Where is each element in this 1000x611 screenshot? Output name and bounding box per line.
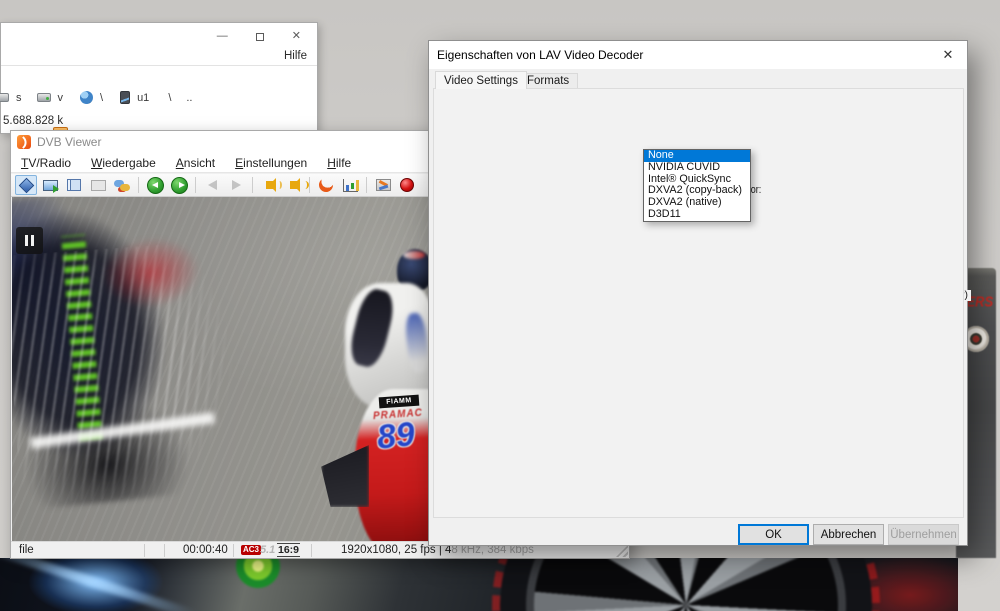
drive-icon[interactable] bbox=[37, 93, 51, 102]
windows-icon[interactable] bbox=[63, 175, 85, 195]
teletext-icon[interactable] bbox=[111, 175, 133, 195]
options-icon[interactable] bbox=[372, 175, 394, 195]
apply-button: Übernehmen bbox=[888, 524, 959, 545]
dialog-title: Eigenschaften von LAV Video Decoder bbox=[437, 48, 643, 62]
close-icon[interactable]: ✕ bbox=[929, 41, 967, 69]
forward-icon[interactable] bbox=[168, 175, 190, 195]
ok-button[interactable]: OK bbox=[738, 524, 809, 545]
toolbar-separator bbox=[252, 177, 253, 193]
dialog-titlebar[interactable]: Eigenschaften von LAV Video Decoder bbox=[429, 41, 967, 69]
desktop: HERS — ✕ Hilfe s v \ u1 \ .. 5.688.828 k bbox=[0, 0, 1000, 611]
menu-hilfe[interactable]: Hilfe bbox=[327, 156, 351, 170]
menu-wiedergabe[interactable]: Wiedergabe bbox=[91, 156, 156, 170]
next-icon[interactable] bbox=[225, 175, 247, 195]
device-icon[interactable] bbox=[120, 91, 130, 104]
info-icon[interactable] bbox=[15, 175, 37, 195]
menubar-divider bbox=[1, 65, 317, 66]
dvb-viewer-logo-icon bbox=[17, 135, 31, 149]
pause-overlay-button[interactable] bbox=[16, 227, 43, 254]
bike-number: 89 bbox=[375, 415, 417, 458]
statistics-icon[interactable] bbox=[339, 175, 361, 195]
menu-ansicht[interactable]: Ansicht bbox=[176, 156, 215, 170]
mute-swoosh-icon[interactable] bbox=[315, 175, 337, 195]
hw-decoder-dropdown: None NVIDIA CUVID Intel® QuickSync DXVA2… bbox=[643, 149, 751, 222]
status-file: file bbox=[19, 544, 34, 556]
menu-tv-radio[interactable]: TV/Radio bbox=[21, 156, 71, 170]
drive-letter[interactable]: v bbox=[58, 92, 64, 104]
previous-icon[interactable] bbox=[201, 175, 223, 195]
minimize-icon[interactable]: — bbox=[217, 31, 228, 42]
cancel-button[interactable]: Abbrechen bbox=[813, 524, 884, 545]
parent-dir[interactable]: .. bbox=[186, 92, 192, 104]
drive-letter[interactable]: \ bbox=[100, 92, 103, 104]
dropdown-option[interactable]: D3D11 bbox=[644, 209, 750, 221]
tab-formats[interactable]: Formats bbox=[518, 73, 578, 88]
drive-icon[interactable] bbox=[0, 93, 9, 102]
toolbar-separator bbox=[366, 177, 367, 193]
path-separator[interactable]: \ bbox=[168, 92, 171, 104]
ac3-icon: AC3 bbox=[241, 545, 261, 555]
close-icon[interactable]: ✕ bbox=[292, 31, 301, 42]
maximize-icon[interactable] bbox=[256, 33, 264, 41]
wallpaper-bottom bbox=[0, 558, 958, 611]
status-separator bbox=[233, 544, 234, 557]
drive-letter[interactable]: s bbox=[16, 92, 22, 104]
background-window: — ✕ Hilfe s v \ u1 \ .. 5.688.828 k bbox=[0, 22, 318, 134]
volume-down-icon[interactable] bbox=[258, 175, 280, 195]
menu-einstellungen[interactable]: Einstellungen bbox=[235, 156, 307, 170]
bike-winglet bbox=[321, 445, 369, 507]
toolbar-separator bbox=[138, 177, 139, 193]
bp-logo-icon bbox=[236, 558, 280, 588]
status-separator bbox=[311, 544, 312, 557]
drive-letter[interactable]: u1 bbox=[137, 92, 149, 104]
record-icon[interactable] bbox=[396, 175, 418, 195]
window-controls: — ✕ bbox=[217, 31, 301, 42]
lav-decoder-dialog: Eigenschaften von LAV Video Decoder ✕ Vi… bbox=[428, 40, 968, 546]
tab-video-settings[interactable]: Video Settings bbox=[435, 71, 527, 89]
window-title: DVB Viewer bbox=[37, 135, 101, 149]
menu-hilfe[interactable]: Hilfe bbox=[284, 50, 307, 62]
tv-window-icon[interactable] bbox=[39, 175, 61, 195]
toolbar-separator bbox=[195, 177, 196, 193]
size-text: 5.688.828 k bbox=[3, 115, 63, 127]
channels-5-1: 5.1 bbox=[260, 544, 275, 556]
volume-up-icon[interactable] bbox=[282, 175, 304, 195]
aspect-ratio-icon: 16:9 bbox=[277, 543, 300, 557]
status-time: 00:00:40 bbox=[183, 544, 228, 556]
light-streak bbox=[0, 558, 196, 611]
resize-grip[interactable] bbox=[616, 545, 628, 557]
back-icon[interactable] bbox=[144, 175, 166, 195]
race-car-wheel bbox=[500, 558, 872, 611]
drive-bar: s v \ u1 \ .. bbox=[1, 91, 193, 104]
toolbar-separator bbox=[309, 177, 310, 193]
motion-blur-speckles bbox=[12, 239, 260, 505]
status-separator bbox=[144, 544, 145, 557]
status-separator bbox=[164, 544, 165, 557]
osd-icon[interactable] bbox=[87, 175, 109, 195]
network-icon[interactable] bbox=[80, 91, 93, 104]
